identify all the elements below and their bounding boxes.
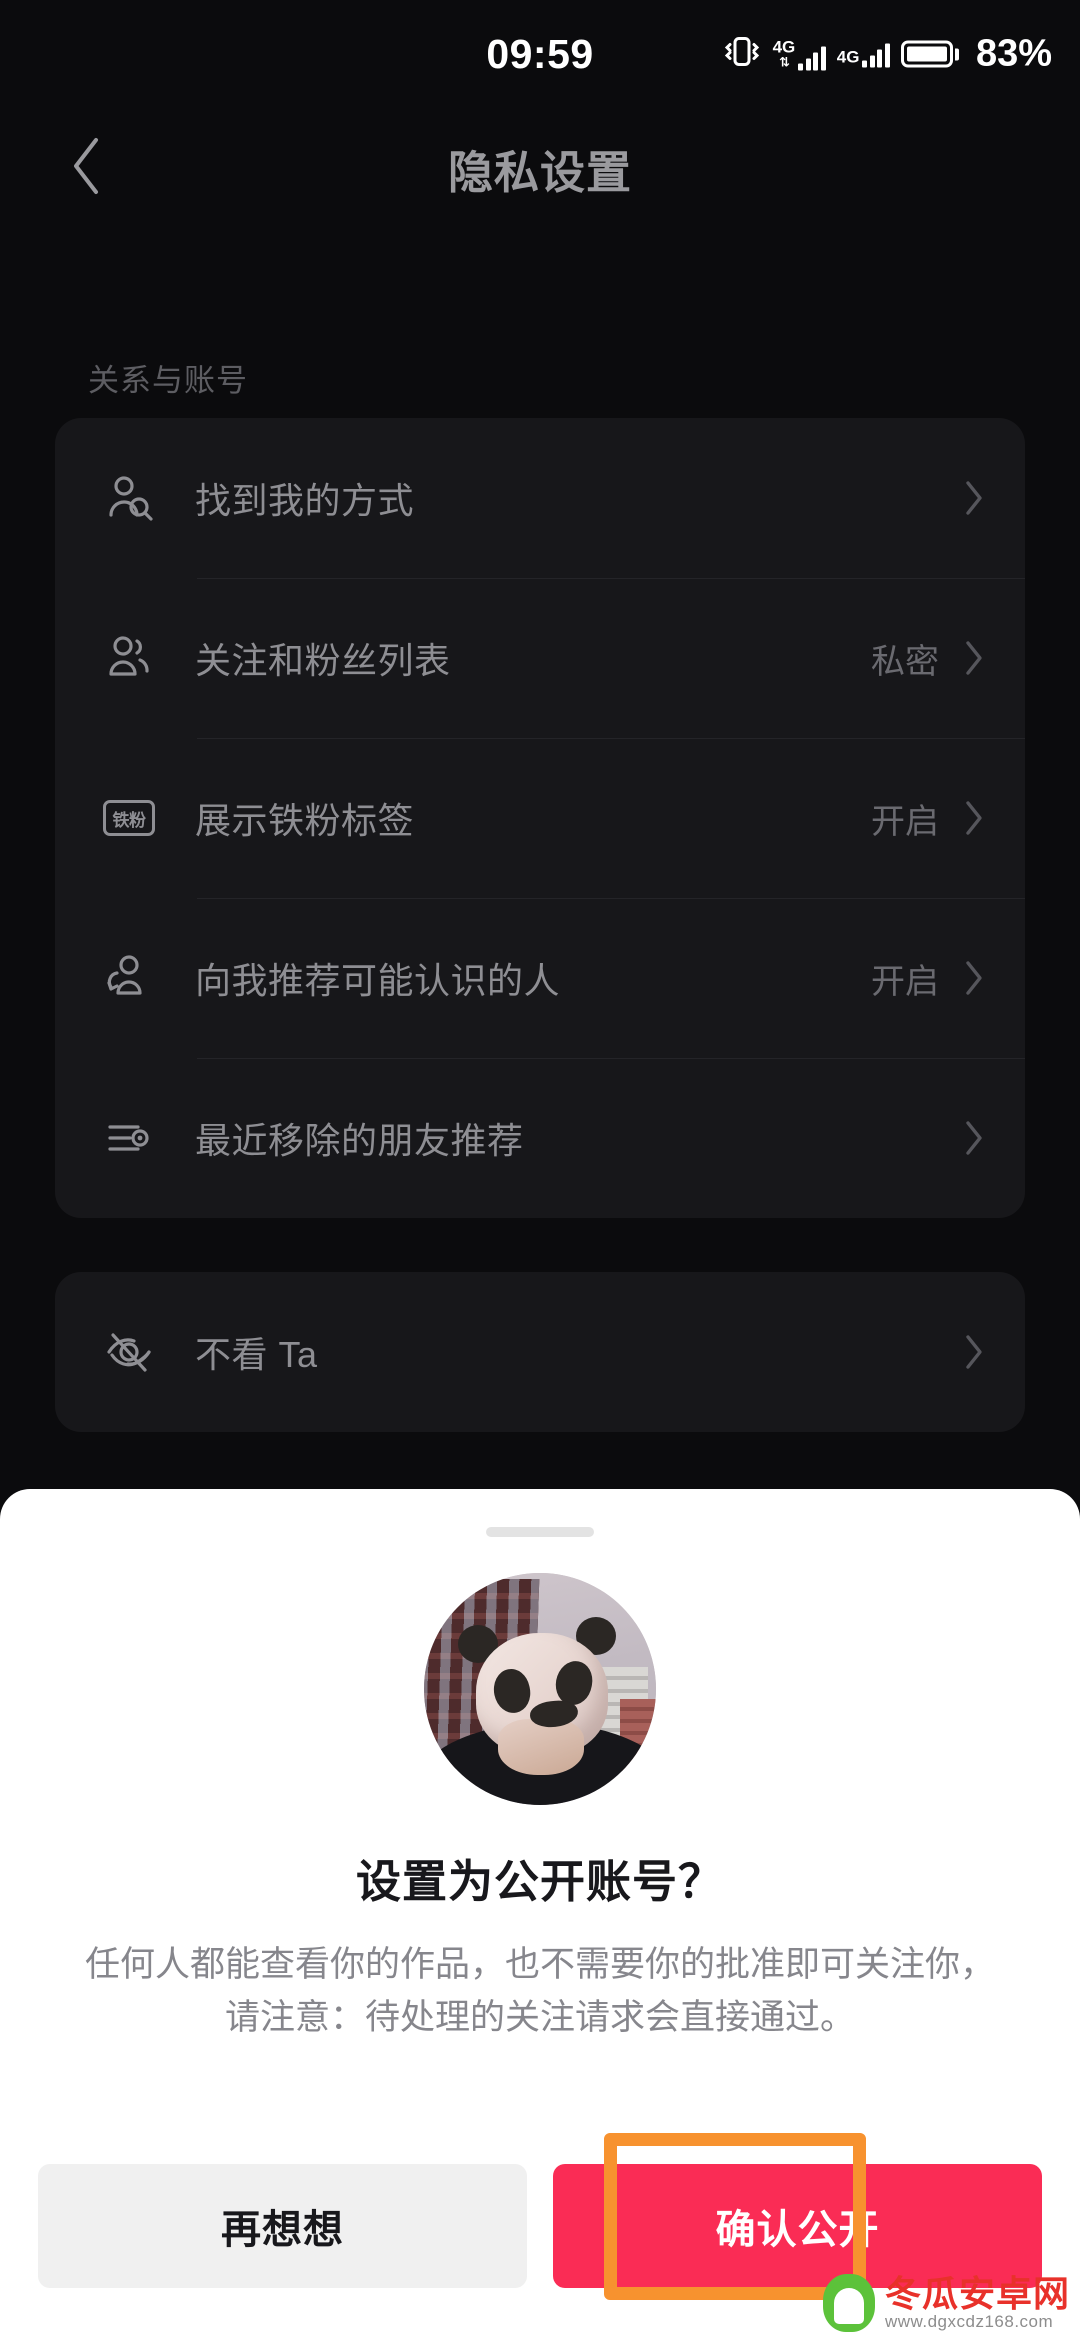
sheet-actions: 再想想 确认公开 xyxy=(0,2164,1080,2288)
site-watermark: 冬瓜安卓网 www.dgxcdz168.com xyxy=(822,2273,1070,2332)
eye-off-icon xyxy=(101,1324,157,1380)
chevron-right-icon xyxy=(961,1330,987,1374)
chevron-left-icon xyxy=(69,137,103,200)
status-clock: 09:59 xyxy=(486,30,594,77)
list-settings-icon xyxy=(101,1110,157,1166)
fan-badge-text: 铁粉 xyxy=(103,800,155,836)
row-value: 私密 xyxy=(871,642,939,681)
row-label: 向我推荐可能认识的人 xyxy=(195,960,561,1001)
person-search-icon xyxy=(101,470,157,526)
signal-icon-sim2: 4G xyxy=(837,41,890,67)
data-arrows-icon: ⇅ xyxy=(778,54,790,69)
watermark-name: 冬瓜安卓网 xyxy=(884,2273,1070,2315)
row-following-fans-list[interactable]: 关注和粉丝列表 私密 xyxy=(55,578,1025,738)
back-button[interactable] xyxy=(44,126,128,210)
sim1-network-label: 4G xyxy=(772,37,796,56)
settings-card-relations: 找到我的方式 关注和粉丝列表 私密 铁粉 展示铁粉标签 开启 向我推荐可能认识的… xyxy=(55,418,1025,1218)
page-title: 隐私设置 xyxy=(447,146,632,198)
chevron-right-icon xyxy=(961,476,987,520)
confirm-public-account-sheet: 设置为公开账号？ 任何人都能查看你的作品，也不需要你的批准即可关注你，请注意：待… xyxy=(0,1489,1080,2340)
person-suggest-icon xyxy=(101,950,157,1006)
fan-badge-icon: 铁粉 xyxy=(101,790,157,846)
android-mascot-icon xyxy=(822,2274,875,2332)
row-recommend-people[interactable]: 向我推荐可能认识的人 开启 xyxy=(55,898,1025,1058)
chevron-right-icon xyxy=(961,1116,987,1160)
row-label: 最近移除的朋友推荐 xyxy=(195,1120,524,1161)
status-icons: 4G ⇅ 4G 83% xyxy=(722,33,1052,76)
signal-bars xyxy=(862,41,890,67)
signal-icon-sim1: 4G ⇅ xyxy=(773,38,826,70)
row-show-fan-badge[interactable]: 铁粉 展示铁粉标签 开启 xyxy=(55,738,1025,898)
drag-handle[interactable] xyxy=(486,1527,594,1537)
chevron-right-icon xyxy=(961,796,987,840)
battery-icon xyxy=(900,40,959,68)
people-group-icon xyxy=(101,630,157,686)
sheet-description: 任何人都能查看你的作品，也不需要你的批准即可关注你，请注意：待处理的关注请求会直… xyxy=(84,1945,995,2038)
row-find-me[interactable]: 找到我的方式 xyxy=(55,418,1025,578)
vibrate-icon xyxy=(722,35,762,74)
avatar xyxy=(424,1573,656,1805)
row-label: 展示铁粉标签 xyxy=(195,800,415,841)
chevron-right-icon xyxy=(961,956,987,1000)
settings-card-block: 不看 Ta xyxy=(55,1272,1025,1432)
row-value: 开启 xyxy=(871,802,939,841)
watermark-url: www.dgxcdz168.com xyxy=(884,2311,1054,2331)
row-dont-see-ta[interactable]: 不看 Ta xyxy=(55,1272,1025,1432)
row-recently-removed-suggestions[interactable]: 最近移除的朋友推荐 xyxy=(55,1058,1025,1218)
confirm-public-button[interactable]: 确认公开 xyxy=(553,2164,1042,2288)
signal-bars xyxy=(798,44,826,70)
row-value: 开启 xyxy=(871,962,939,1001)
row-label: 关注和粉丝列表 xyxy=(195,640,451,681)
status-bar: 09:59 4G ⇅ 4G 83% xyxy=(0,0,1080,108)
nav-bar: 隐私设置 xyxy=(0,108,1080,228)
sim2-network-label: 4G xyxy=(836,47,860,66)
cancel-button[interactable]: 再想想 xyxy=(38,2164,527,2288)
row-label: 找到我的方式 xyxy=(195,480,415,521)
section-label-relations: 关系与账号 xyxy=(88,363,248,398)
row-label: 不看 Ta xyxy=(195,1334,318,1375)
chevron-right-icon xyxy=(961,636,987,680)
battery-percent: 83% xyxy=(975,32,1052,75)
sheet-title: 设置为公开账号？ xyxy=(355,1856,724,1907)
